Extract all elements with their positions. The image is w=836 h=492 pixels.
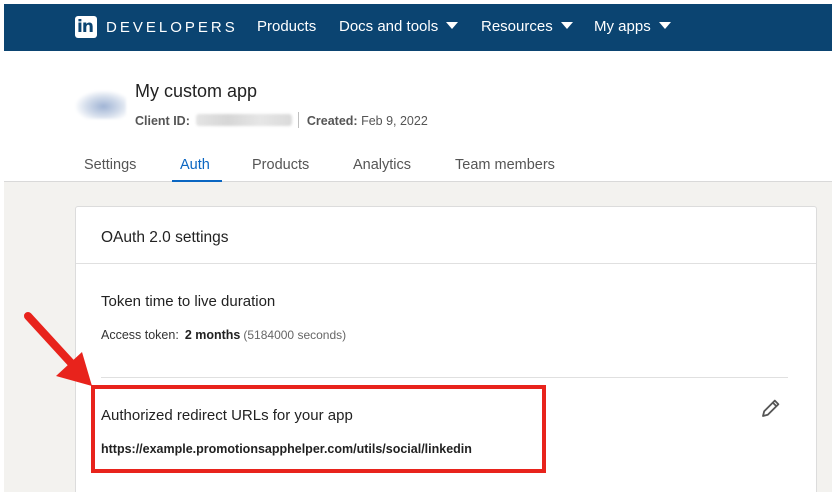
nav-products[interactable]: Products — [257, 18, 316, 35]
annotation-highlight-box — [91, 385, 546, 473]
access-token-seconds: (5184000 seconds) — [243, 328, 347, 342]
tab-auth[interactable]: Auth — [180, 157, 210, 173]
tab-products[interactable]: Products — [252, 157, 309, 173]
pencil-icon[interactable] — [759, 396, 783, 420]
meta-divider — [297, 112, 299, 128]
chevron-down-icon — [446, 22, 459, 29]
brand-name[interactable]: DEVELOPERS — [106, 19, 238, 36]
top-nav: in DEVELOPERS Products Docs and tools Re… — [4, 4, 832, 51]
app-frame: in DEVELOPERS Products Docs and tools Re… — [4, 4, 832, 492]
access-token-label: Access token: — [101, 328, 179, 342]
card-title: OAuth 2.0 settings — [101, 229, 229, 246]
app-header: My custom app Client ID: Created: Feb 9, … — [4, 51, 832, 182]
token-section-title: Token time to live duration — [101, 293, 276, 310]
nav-products-label: Products — [257, 18, 317, 35]
active-tab-indicator — [172, 180, 222, 182]
nav-resources-label: Resources — [481, 18, 553, 35]
chevron-down-icon — [658, 22, 671, 29]
logo-text: in — [77, 17, 94, 37]
app-logo-icon — [76, 91, 126, 119]
linkedin-logo-icon[interactable]: in — [75, 16, 97, 38]
client-id-label: Client ID: — [135, 114, 190, 128]
nav-resources[interactable]: Resources — [481, 18, 573, 35]
nav-docs-and-tools[interactable]: Docs and tools — [339, 18, 459, 35]
red-arrow-icon — [20, 308, 100, 388]
nav-my-apps[interactable]: My apps — [594, 18, 671, 35]
created-label: Created: — [306, 114, 358, 128]
card-divider — [76, 263, 816, 264]
app-meta: Client ID: Created: Feb 9, 2022 — [135, 112, 428, 128]
tab-analytics[interactable]: Analytics — [353, 157, 411, 173]
created-value: Feb 9, 2022 — [361, 114, 428, 128]
nav-docs-label: Docs and tools — [339, 18, 439, 35]
app-title: My custom app — [135, 81, 258, 101]
tab-settings[interactable]: Settings — [84, 157, 136, 173]
chevron-down-icon — [560, 22, 573, 29]
section-divider — [101, 377, 788, 378]
nav-my-apps-label: My apps — [594, 18, 651, 35]
tab-team-members[interactable]: Team members — [455, 157, 555, 173]
access-token-row: Access token: 2 months (5184000 seconds) — [101, 328, 346, 342]
client-id-value-redacted — [195, 114, 292, 126]
access-token-value: 2 months — [184, 328, 241, 342]
